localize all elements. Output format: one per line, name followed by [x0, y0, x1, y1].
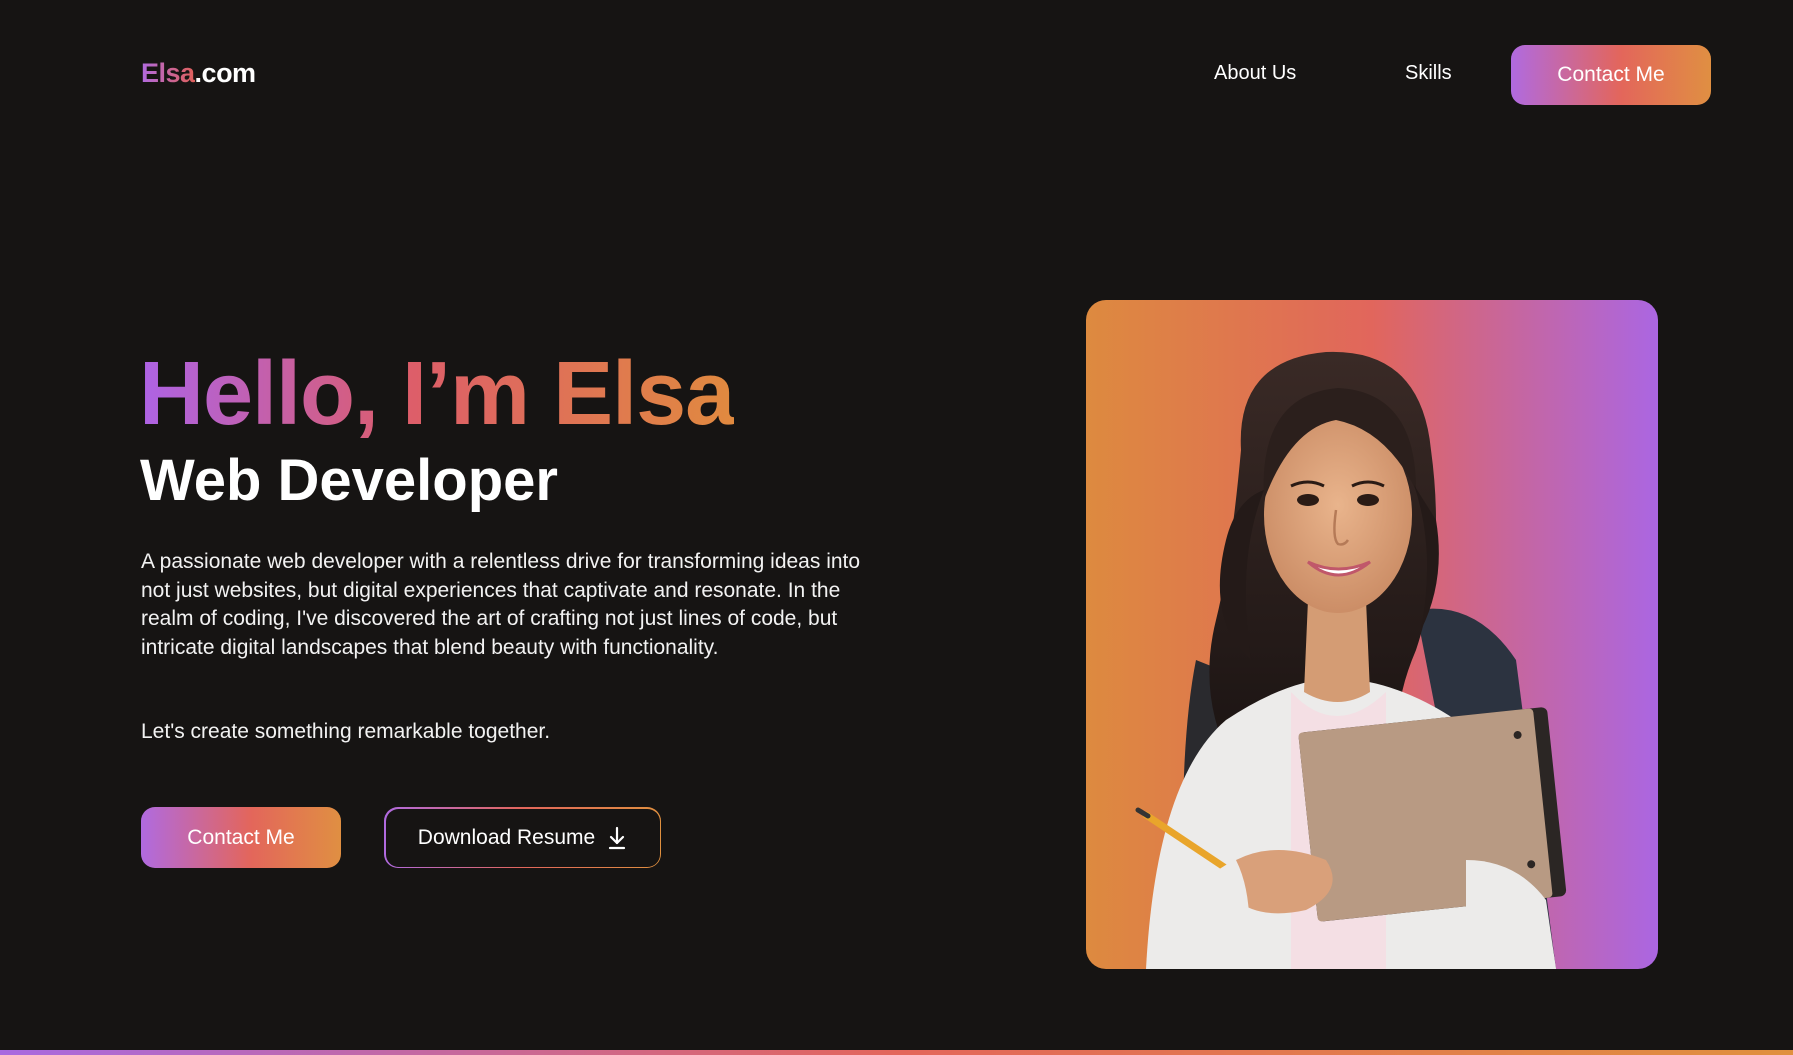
download-resume-button[interactable]: Download Resume: [384, 807, 661, 868]
download-resume-inner[interactable]: Download Resume: [385, 808, 660, 867]
portrait-photo: [1086, 300, 1658, 969]
nav-link-about-us[interactable]: About Us: [1214, 62, 1296, 85]
hero-role: Web Developer: [140, 448, 558, 513]
logo-brand: Elsa: [141, 58, 195, 88]
bottom-gradient-bar: [0, 1050, 1793, 1055]
download-arrow-icon: [607, 826, 627, 850]
portrait-illustration: [1135, 351, 1567, 969]
logo-tld: .com: [194, 58, 257, 88]
hero-contact-button[interactable]: Contact Me: [141, 807, 341, 868]
site-logo[interactable]: Elsa.com: [141, 58, 256, 89]
hero-tagline: Let's create something remarkable togeth…: [141, 720, 551, 743]
hero-greeting: Hello, I’m Elsa: [139, 344, 735, 444]
download-resume-label: Download Resume: [417, 825, 596, 849]
hero-description: A passionate web developer with a relent…: [141, 550, 861, 659]
nav-contact-button[interactable]: Contact Me: [1511, 45, 1711, 105]
nav-link-skills[interactable]: Skills: [1405, 62, 1452, 85]
portfolio-page: Elsa.com About Us Skills Contact Me Hell…: [0, 0, 1793, 1055]
